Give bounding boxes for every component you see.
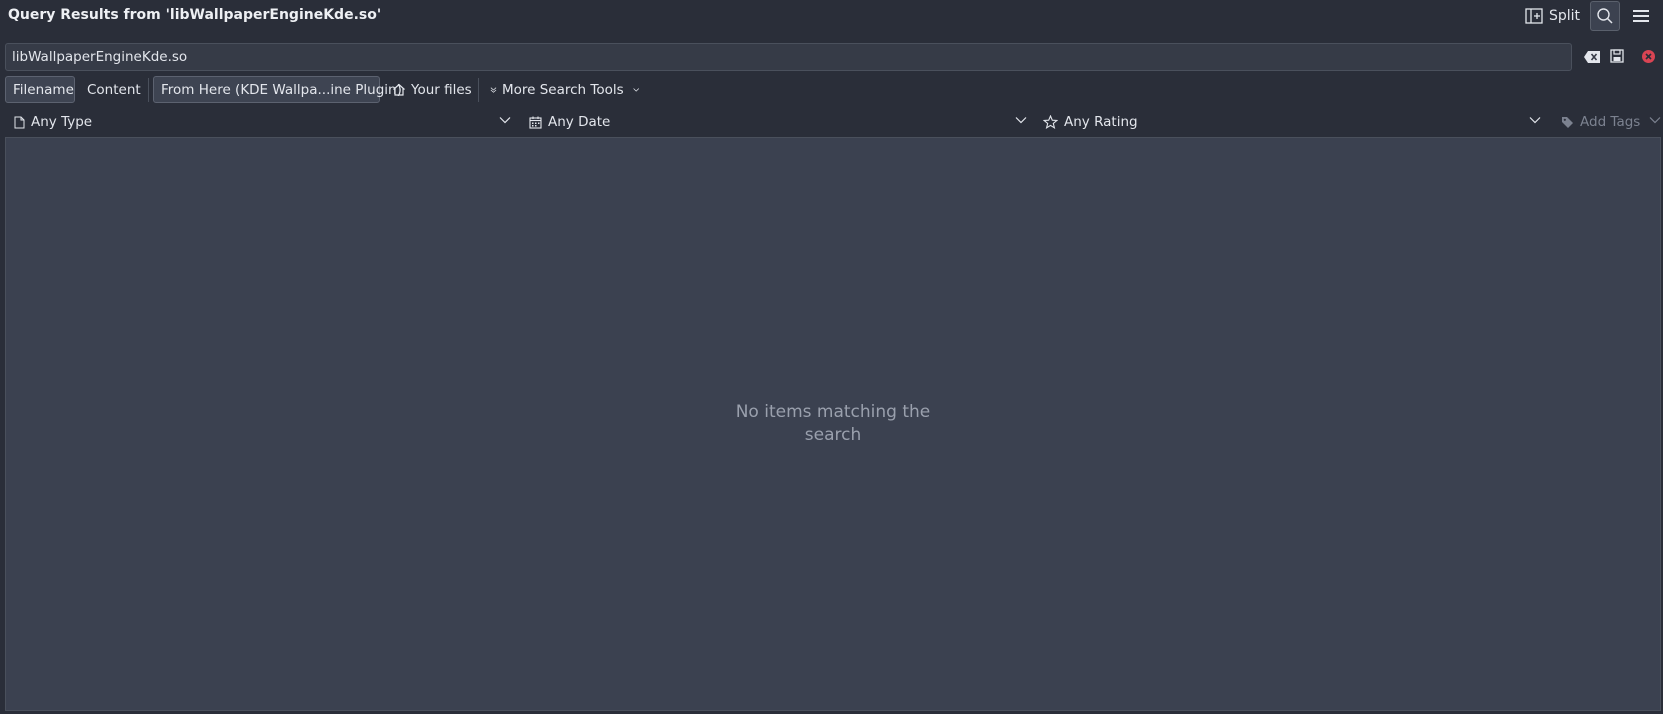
save-search-icon[interactable] [1610, 49, 1624, 63]
clear-text-icon[interactable] [1583, 50, 1601, 64]
chevron-down-icon [632, 87, 639, 92]
from-here-button[interactable]: From Here (KDE Wallpa...ine Plugin) [153, 76, 402, 103]
date-filter-combo[interactable]: Any Date [529, 110, 1029, 134]
from-here-label: From Here (KDE Wallpa...ine Plugin) [161, 81, 402, 98]
empty-results-message: No items matching the search [6, 401, 1660, 447]
rating-filter-label: Any Rating [1064, 114, 1138, 130]
empty-results-text: No items matching the search [735, 402, 931, 445]
toolbar-separator [148, 78, 149, 102]
your-files-label: Your files [411, 81, 472, 98]
window-title: Query Results from 'libWallpaperEngineKd… [8, 7, 382, 23]
toolbar-separator [478, 78, 479, 102]
more-search-tools-label: More Search Tools [501, 81, 624, 98]
search-options-toolbar: Filename Content From Here (KDE Wallpa..… [5, 76, 1660, 104]
hamburger-menu-icon [1633, 10, 1649, 22]
tags-filter-label: Add Tags [1580, 114, 1641, 130]
search-icon [1597, 8, 1613, 24]
filename-toggle-button[interactable]: Filename [5, 76, 75, 103]
search-toggle-button[interactable] [1590, 1, 1620, 31]
double-chevron-down-icon [490, 86, 497, 93]
filename-label: Filename [13, 81, 74, 98]
content-label: Content [87, 81, 141, 98]
split-button[interactable]: Split [1525, 4, 1580, 28]
content-toggle-button[interactable]: Content [80, 76, 150, 103]
tag-icon [1562, 116, 1573, 128]
search-input[interactable] [12, 47, 1512, 67]
more-search-tools-button[interactable]: More Search Tools [483, 76, 646, 103]
chevron-down-icon [1015, 117, 1027, 124]
rating-filter-combo[interactable]: Any Rating [1043, 110, 1543, 134]
your-files-button[interactable]: Your files [385, 76, 480, 103]
results-view[interactable]: No items matching the search [5, 137, 1661, 711]
title-bar: Query Results from 'libWallpaperEngineKd… [0, 0, 1663, 32]
split-label: Split [1549, 8, 1581, 24]
calendar-icon [529, 116, 542, 129]
home-icon [393, 83, 405, 96]
filter-row: Any Type Any Date Any Rating Add Tags [0, 110, 1663, 134]
date-filter-label: Any Date [548, 114, 611, 130]
chevron-down-icon [1529, 117, 1541, 124]
chevron-down-icon [499, 117, 511, 124]
close-search-icon[interactable] [1641, 49, 1656, 64]
search-field[interactable] [5, 43, 1572, 71]
hamburger-menu-button[interactable] [1630, 6, 1652, 26]
tags-filter-combo[interactable]: Add Tags [1561, 110, 1663, 134]
split-view-icon [1525, 8, 1543, 24]
type-filter-combo[interactable]: Any Type [14, 110, 514, 134]
star-icon [1043, 115, 1058, 129]
chevron-down-icon [1649, 117, 1661, 124]
document-icon [14, 116, 25, 128]
type-filter-label: Any Type [31, 114, 93, 130]
